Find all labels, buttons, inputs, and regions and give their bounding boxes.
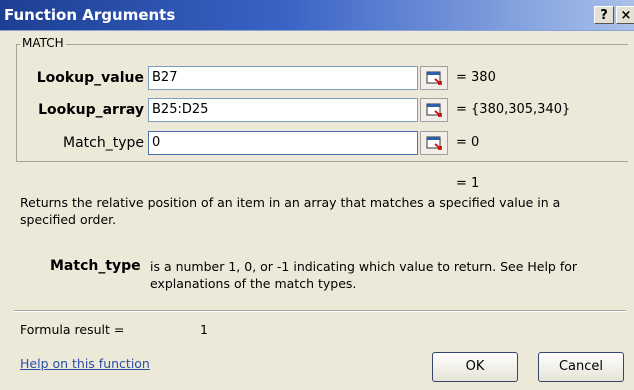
arg-row-match-type: Match_type 0 = 0 xyxy=(0,131,634,157)
lookup-value-input[interactable]: B27 xyxy=(148,66,418,90)
arg-row-lookup-value: Lookup_value B27 = 380 xyxy=(0,66,634,92)
formula-result-value: 1 xyxy=(200,322,208,337)
argument-help-text: is a number 1, 0, or -1 indicating which… xyxy=(150,259,578,291)
help-title-button[interactable]: ? xyxy=(594,6,614,24)
cancel-button[interactable]: Cancel xyxy=(538,352,624,382)
overall-result: = 1 xyxy=(456,176,480,191)
close-title-button[interactable]: × xyxy=(616,6,634,24)
collapse-dialog-icon xyxy=(426,71,442,85)
argument-help-name: Match_type xyxy=(50,258,141,274)
lookup-array-evaluated: = {380,305,340} xyxy=(456,102,571,117)
lookup-array-collapse-button[interactable] xyxy=(420,98,448,122)
lookup-value-label: Lookup_value xyxy=(36,70,144,86)
match-type-input[interactable]: 0 xyxy=(148,131,418,155)
help-on-function-link[interactable]: Help on this function xyxy=(20,356,150,371)
match-type-evaluated: = 0 xyxy=(456,135,480,150)
match-type-collapse-button[interactable] xyxy=(420,131,448,155)
separator xyxy=(14,310,626,312)
ok-button[interactable]: OK xyxy=(432,352,518,382)
formula-result-label: Formula result = xyxy=(20,322,125,337)
function-name-legend: MATCH xyxy=(20,36,66,50)
dialog-title: Function Arguments xyxy=(4,6,176,24)
collapse-dialog-icon xyxy=(426,103,442,117)
function-description: Returns the relative position of an item… xyxy=(20,195,561,227)
collapse-dialog-icon xyxy=(426,136,442,150)
lookup-value-evaluated: = 380 xyxy=(456,70,496,85)
title-bar: Function Arguments ? × xyxy=(0,0,634,31)
lookup-array-input[interactable]: B25:D25 xyxy=(148,98,418,122)
arg-row-lookup-array: Lookup_array B25:D25 = {380,305,340} xyxy=(0,98,634,124)
match-type-label: Match_type xyxy=(63,135,144,151)
argument-help: Match_type is a number 1, 0, or -1 indic… xyxy=(50,258,610,292)
lookup-value-collapse-button[interactable] xyxy=(420,66,448,90)
lookup-array-label: Lookup_array xyxy=(38,102,144,118)
